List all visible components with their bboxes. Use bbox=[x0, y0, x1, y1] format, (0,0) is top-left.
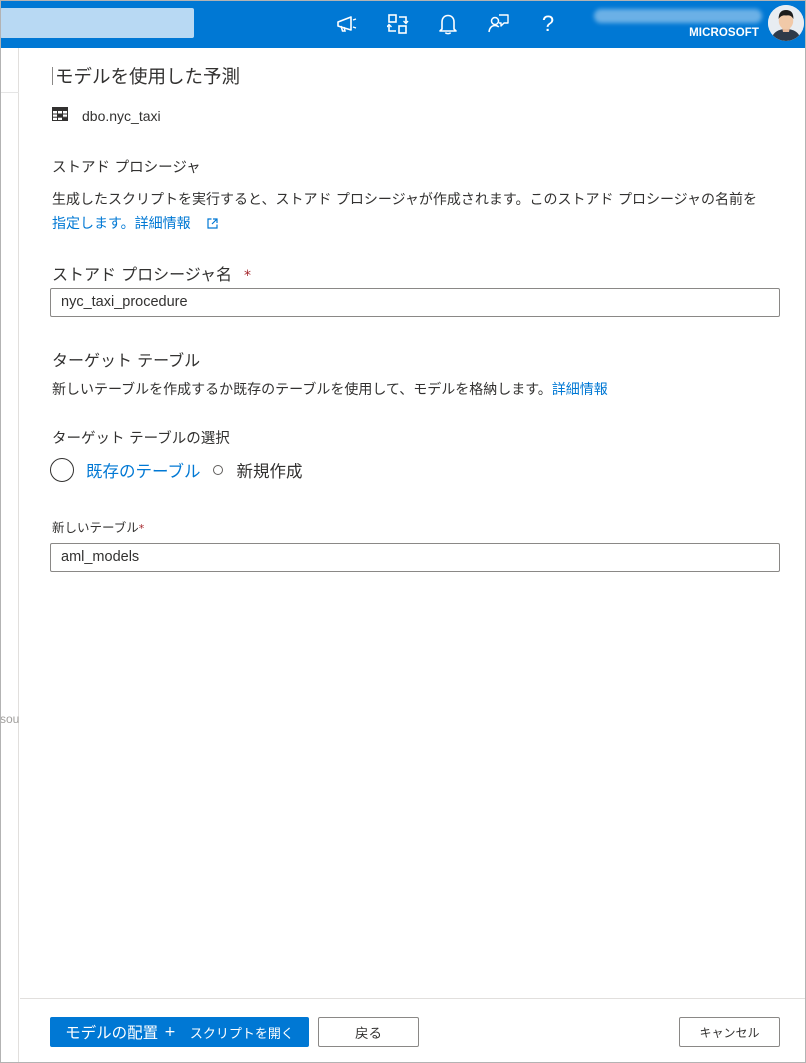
new-table-label-text: 新しいテーブル bbox=[52, 520, 139, 535]
table-name: dbo.nyc_taxi bbox=[82, 107, 161, 124]
plus-glyph: + bbox=[164, 1024, 176, 1040]
deploy-model-label: モデルの配置 bbox=[65, 1024, 159, 1042]
open-script-label: スクリプトを開く bbox=[189, 1026, 294, 1042]
target-table-learn-more-link[interactable]: 詳細情報 bbox=[552, 382, 608, 398]
predict-panel: モデルを使用した予測 dbo.nyc_taxi ストアド プロシージャ 生成した… bbox=[20, 48, 805, 1062]
stored-procedure-name-input[interactable]: nyc_taxi_procedure bbox=[50, 288, 780, 317]
target-table-description: 新しいテーブルを作成するか既存のテーブルを使用して、モデルを格納します。詳細情報 bbox=[52, 378, 608, 402]
footer-divider bbox=[20, 998, 805, 999]
stored-procedure-heading: ストアド プロシージャ bbox=[52, 160, 201, 176]
left-background-strip: sou bbox=[0, 48, 19, 1063]
radio-existing-table-label[interactable]: 既存のテーブル bbox=[86, 458, 201, 482]
feedback-icon[interactable] bbox=[486, 12, 510, 36]
search-box[interactable] bbox=[0, 8, 194, 38]
external-link-icon[interactable] bbox=[207, 213, 218, 237]
bell-icon[interactable] bbox=[436, 12, 460, 36]
required-mark: * bbox=[243, 268, 251, 284]
stored-procedure-desc-line1: 生成したスクリプトを実行すると、ストアド プロシージャが作成されます。このストア… bbox=[52, 192, 757, 208]
target-table-heading: ターゲット テーブル bbox=[52, 351, 201, 370]
stored-procedure-name-label-text: ストアド プロシージャ名 bbox=[52, 265, 232, 284]
target-table-select-label: ターゲット テーブルの選択 bbox=[52, 431, 230, 447]
account-tenant[interactable]: MICROSOFT bbox=[689, 27, 759, 39]
back-button[interactable]: 戻る bbox=[318, 1017, 419, 1047]
panel-title-text: モデルを使用した予測 bbox=[55, 67, 241, 88]
target-table-radio-group: 既存のテーブル 新規作成 bbox=[50, 457, 303, 483]
stored-procedure-learn-more-link[interactable]: 指定します。詳細情報 bbox=[52, 216, 191, 232]
new-table-name-input[interactable]: aml_models bbox=[50, 543, 780, 572]
help-icon[interactable]: ? bbox=[536, 11, 560, 36]
directory-switch-icon[interactable] bbox=[386, 12, 410, 36]
top-bar: ? MICROSOFT bbox=[0, 0, 806, 48]
deploy-model-open-script-button[interactable]: モデルの配置 + スクリプトを開く bbox=[50, 1017, 309, 1047]
radio-new-table-label[interactable]: 新規作成 bbox=[237, 458, 303, 482]
radio-new-table[interactable] bbox=[212, 465, 223, 475]
panel-title: モデルを使用した予測 bbox=[52, 63, 240, 89]
stored-procedure-name-label: ストアド プロシージャ名 * bbox=[52, 261, 251, 285]
table-icon bbox=[52, 106, 68, 125]
source-table: dbo.nyc_taxi bbox=[52, 106, 161, 125]
radio-existing-table[interactable] bbox=[50, 458, 74, 482]
account-email-blurred bbox=[594, 9, 762, 23]
required-mark: * bbox=[138, 522, 145, 535]
left-divider bbox=[0, 92, 19, 93]
megaphone-icon[interactable] bbox=[335, 12, 359, 36]
stored-procedure-description: 生成したスクリプトを実行すると、ストアド プロシージャが作成されます。このストア… bbox=[52, 188, 772, 237]
target-table-desc-text: 新しいテーブルを作成するか既存のテーブルを使用して、モデルを格納します。 bbox=[52, 382, 552, 398]
new-table-label: 新しいテーブル* bbox=[52, 517, 144, 536]
avatar[interactable] bbox=[768, 5, 804, 41]
cancel-button[interactable]: キャンセル bbox=[679, 1017, 780, 1047]
left-ghost-text: sou bbox=[0, 712, 20, 726]
